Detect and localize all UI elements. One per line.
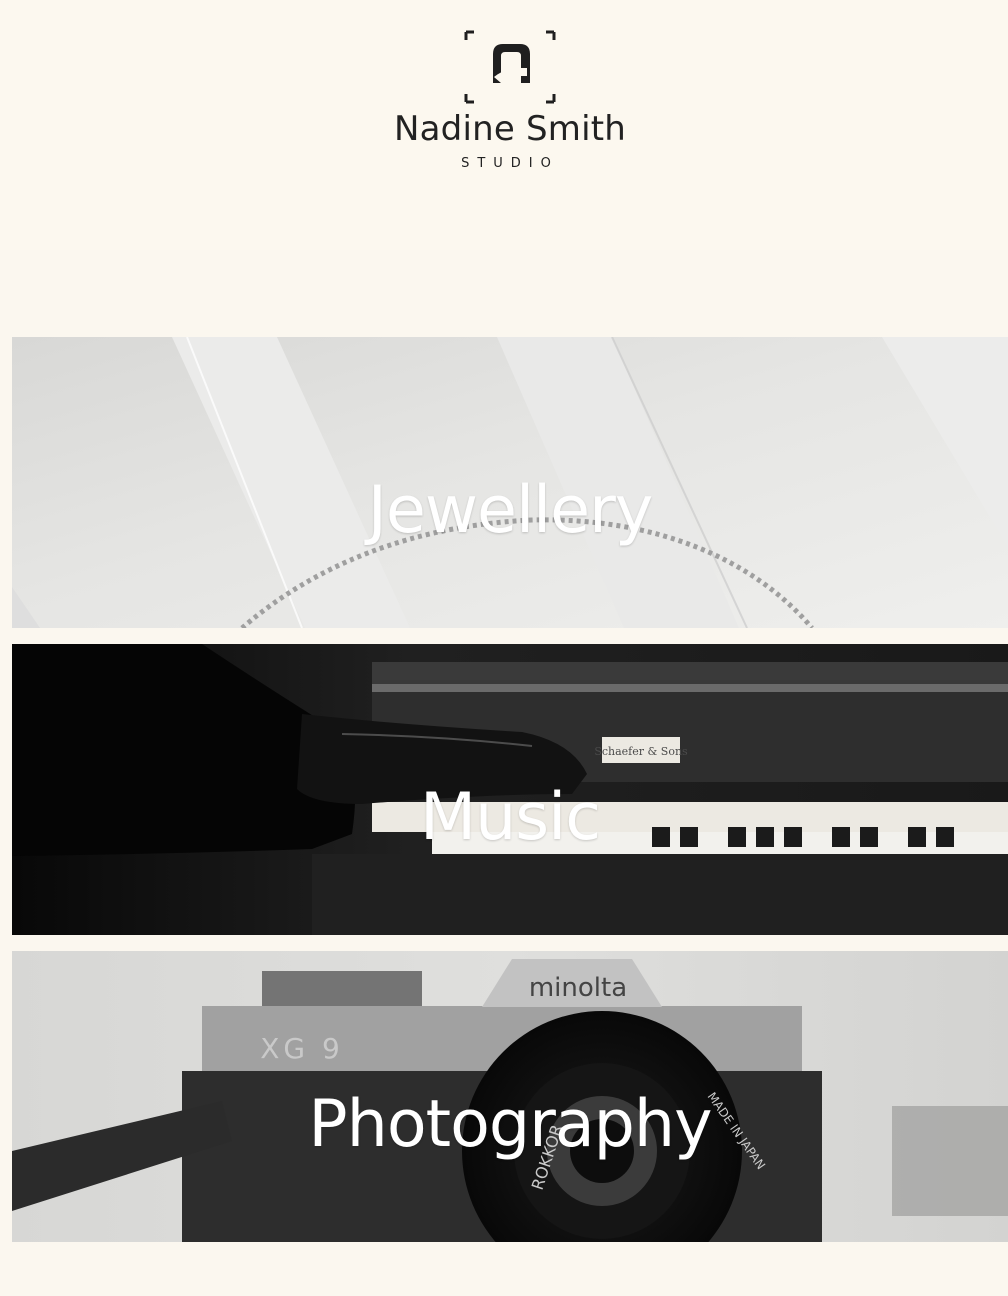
brand-logo-link[interactable]: Nadine Smith STUDIO (380, 20, 640, 190)
camera-brand: minolta (529, 973, 627, 1003)
section-photography[interactable]: minolta XG 9 ROKKOR MADE IN JAPAN Photog… (12, 951, 1008, 1242)
section-label-jewellery: Jewellery (367, 473, 654, 548)
section-label-photography: Photography (308, 1087, 712, 1162)
ns-monogram-icon (464, 30, 556, 104)
section-jewellery[interactable]: Jewellery (12, 337, 1008, 628)
section-label-music: Music (420, 780, 601, 855)
brand-subtitle: STUDIO (461, 156, 559, 171)
brand-name: Nadine Smith (394, 109, 626, 149)
camera-model: XG 9 (260, 1032, 344, 1065)
piano-brand-plate: Schaefer & Sons (594, 745, 688, 758)
section-music[interactable]: Schaefer & Sons Music (12, 644, 1008, 935)
site-header: Nadine Smith STUDIO (0, 0, 1008, 250)
